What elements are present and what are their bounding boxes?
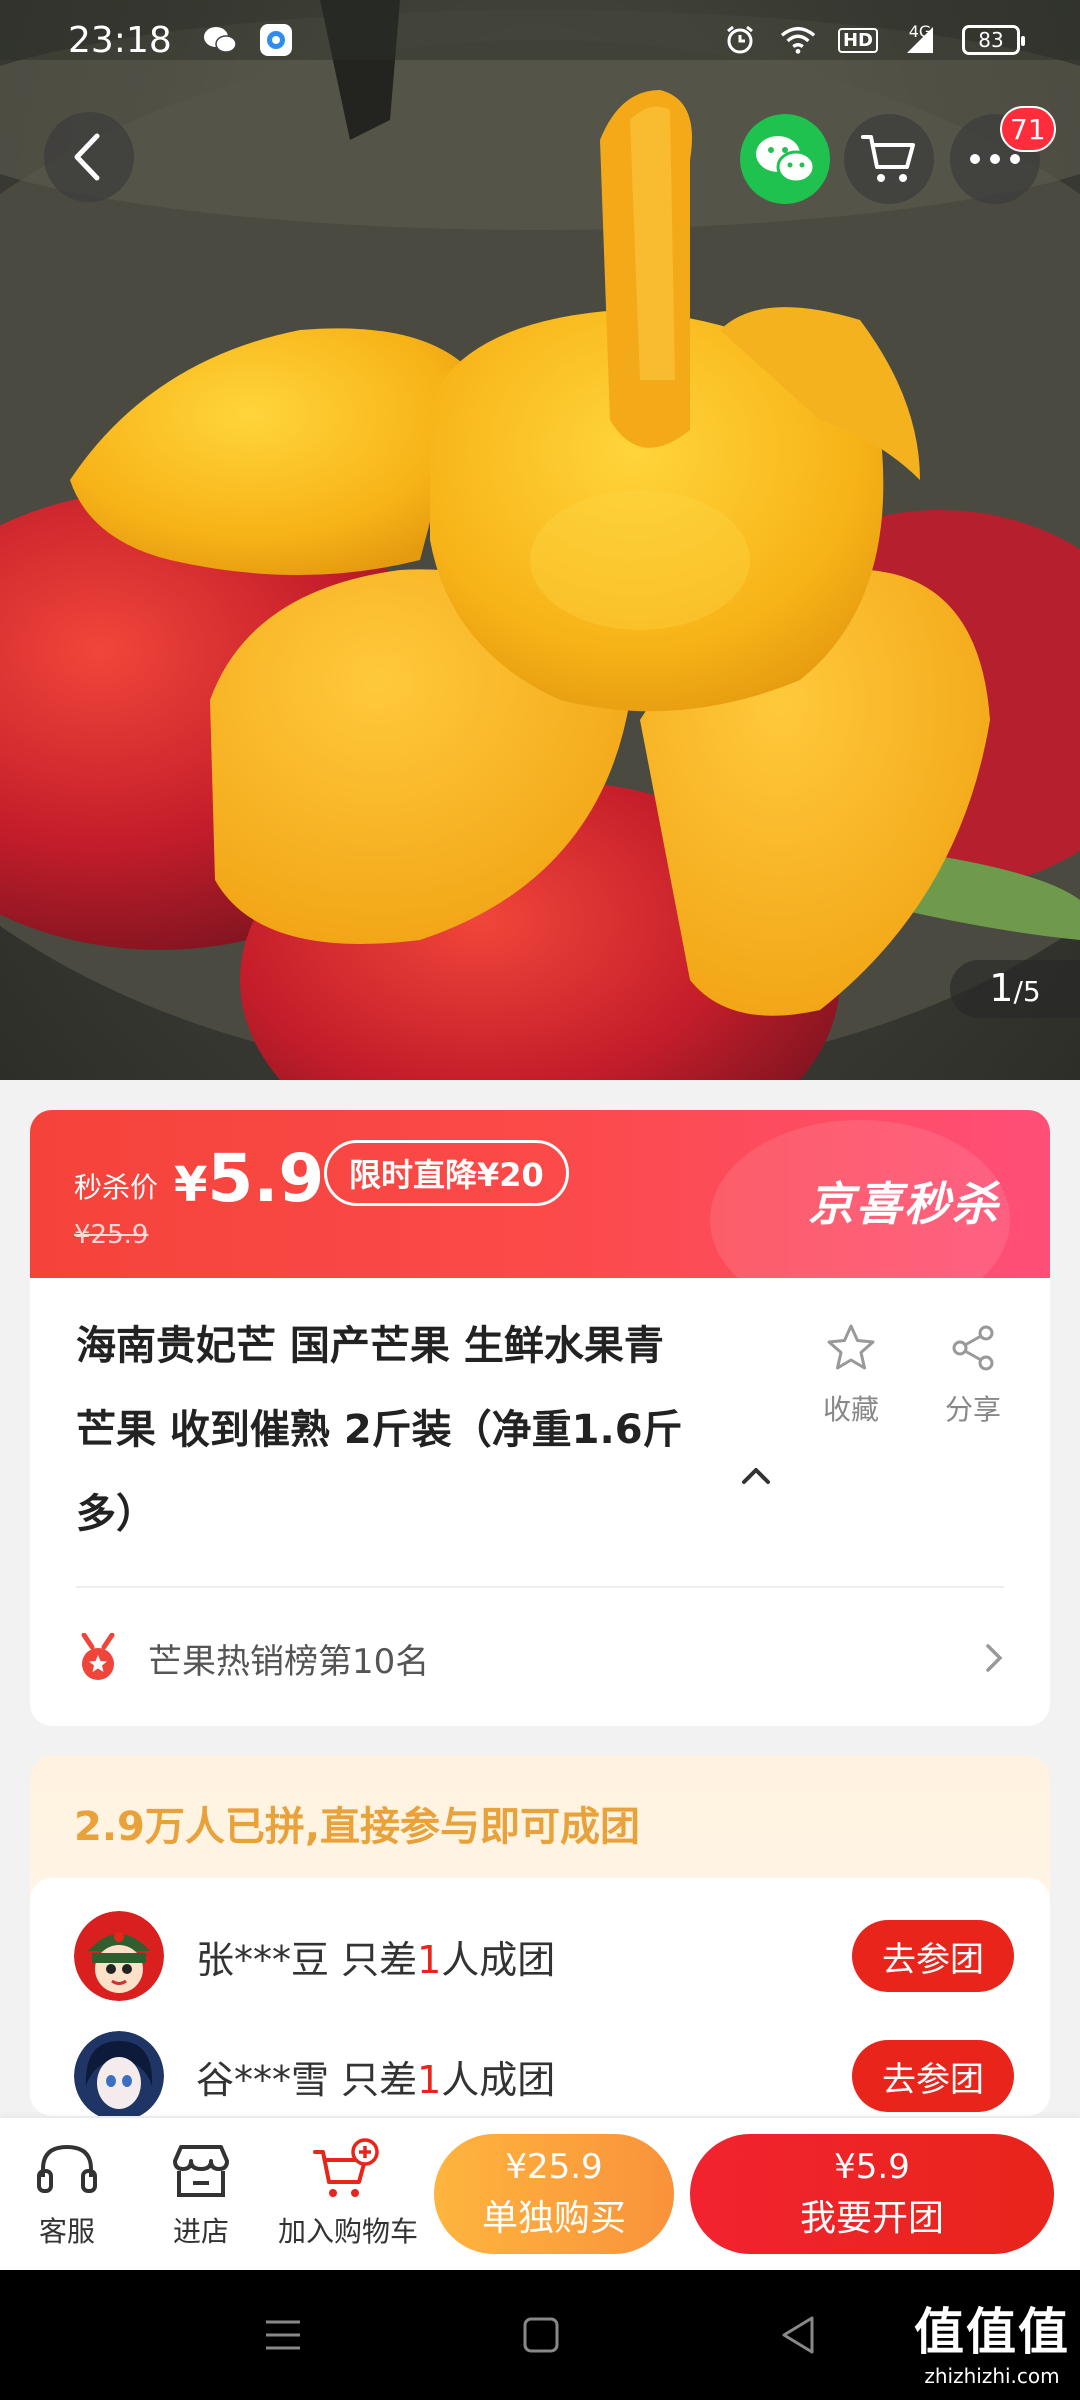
flash-sale-banner: 秒杀价 ¥5.9 ¥25.9 限时直降¥20 京喜秒杀 bbox=[30, 1110, 1050, 1278]
share-button[interactable]: 分享 bbox=[928, 1318, 1018, 1428]
group-need-count: 1 bbox=[417, 2057, 442, 2102]
watermark: 值值值 zhizhizhi.com bbox=[914, 2292, 1070, 2388]
wifi-icon bbox=[780, 23, 816, 57]
cart-button[interactable] bbox=[844, 114, 934, 204]
buy-alone-label: 单独购买 bbox=[481, 2198, 626, 2239]
store-label: 进店 bbox=[172, 2215, 229, 2248]
network-type: 4G bbox=[908, 21, 932, 41]
add-to-cart-label: 加入购物车 bbox=[277, 2215, 418, 2248]
back-triangle-icon[interactable] bbox=[774, 2310, 824, 2360]
more-dots-icon bbox=[970, 154, 1020, 164]
favorite-label: 收藏 bbox=[822, 1393, 879, 1426]
avatar bbox=[74, 2031, 164, 2116]
product-info-card: 海南贵妃芒 国产芒果 生鲜水果青芒果 收到催熟 2斤装（净重1.6斤多） 收藏 … bbox=[30, 1278, 1050, 1726]
store-button[interactable]: 进店 bbox=[156, 2132, 246, 2250]
group-buy-section: 2.9万人已拼,直接参与即可成团 张***豆 只差1人成团 去参团 谷***雪 … bbox=[30, 1756, 1050, 2116]
home-icon[interactable] bbox=[516, 2310, 566, 2360]
add-cart-icon bbox=[313, 2138, 379, 2197]
join-group-button[interactable]: 去参团 bbox=[852, 2040, 1014, 2112]
divider bbox=[76, 1586, 1004, 1588]
price-drop-tag: 限时直降¥20 bbox=[324, 1140, 569, 1206]
group-row: 谷***雪 只差1人成团 去参团 bbox=[74, 2028, 1014, 2116]
flash-price-label: 秒杀价 bbox=[74, 1171, 159, 1204]
group-user: 张***豆 bbox=[196, 1937, 330, 1982]
start-group-label: 我要开团 bbox=[799, 2198, 944, 2239]
sales-rank-text: 芒果热销榜第10名 bbox=[148, 1641, 430, 1682]
join-group-button[interactable]: 去参团 bbox=[852, 1920, 1014, 1992]
group-need-b: 人成团 bbox=[441, 2057, 556, 2102]
group-buy-header: 2.9万人已拼,直接参与即可成团 bbox=[74, 1804, 641, 1850]
menu-icon[interactable] bbox=[258, 2310, 308, 2360]
flash-price-value: 5.9 bbox=[207, 1140, 325, 1217]
wechat-share-button[interactable] bbox=[740, 114, 830, 204]
wechat-notification-icon bbox=[202, 23, 238, 57]
customer-service-button[interactable]: 客服 bbox=[24, 2132, 110, 2250]
cart-icon bbox=[861, 135, 915, 182]
browser-notification-icon bbox=[258, 23, 294, 57]
flash-price: ¥5.9 bbox=[174, 1140, 324, 1217]
group-row: 张***豆 只差1人成团 去参团 bbox=[74, 1908, 1014, 2004]
add-to-cart-button[interactable]: 加入购物车 bbox=[270, 2132, 426, 2250]
battery-level: 83 bbox=[978, 28, 1004, 52]
group-need-count: 1 bbox=[417, 1937, 442, 1982]
medal-icon bbox=[81, 1633, 115, 1680]
wechat-icon bbox=[756, 136, 816, 184]
share-icon bbox=[952, 1325, 994, 1371]
share-label: 分享 bbox=[944, 1393, 1001, 1426]
customer-service-label: 客服 bbox=[38, 2215, 95, 2248]
group-need-a: 只差 bbox=[329, 1937, 418, 1982]
group-need-b: 人成团 bbox=[441, 1937, 556, 1982]
group-user: 谷***雪 bbox=[196, 2057, 330, 2102]
clock: 23:18 bbox=[68, 19, 172, 61]
avatar bbox=[74, 1911, 164, 2001]
store-icon bbox=[173, 2145, 229, 2197]
buy-alone-price: ¥25.9 bbox=[505, 2147, 603, 2187]
alarm-icon bbox=[722, 23, 758, 57]
watermark-url: zhizhizhi.com bbox=[924, 2364, 1060, 2388]
buy-alone-button[interactable]: ¥25.9 单独购买 bbox=[434, 2134, 674, 2254]
image-total: /5 bbox=[1013, 975, 1041, 1008]
group-row-text: 张***豆 只差1人成团 bbox=[196, 1929, 555, 1984]
star-icon bbox=[827, 1324, 875, 1370]
start-group-button[interactable]: ¥5.9 我要开团 bbox=[690, 2134, 1054, 2254]
chevron-left-icon bbox=[74, 133, 100, 181]
headset-icon bbox=[37, 2144, 97, 2193]
battery-indicator: 83 bbox=[962, 25, 1025, 55]
back-button[interactable] bbox=[44, 112, 134, 202]
status-bar: 23:18 HD 4G 83 bbox=[0, 0, 1080, 80]
group-list: 张***豆 只差1人成团 去参团 谷***雪 只差1人成团 去参团 bbox=[30, 1878, 1050, 2116]
product-title: 海南贵妃芒 国产芒果 生鲜水果青芒果 收到催熟 2斤装（净重1.6斤多） bbox=[76, 1323, 683, 1537]
start-group-price: ¥5.9 bbox=[834, 2147, 910, 2187]
image-index: 1 bbox=[989, 966, 1014, 1010]
signal-icon: 4G bbox=[900, 21, 940, 57]
bottom-action-bar: 客服 进店 加入购物车 ¥25.9 单独购买 ¥5.9 我要开团 bbox=[0, 2118, 1080, 2270]
hd-indicator: HD bbox=[837, 27, 878, 53]
jingxi-flash-sale-logo: 京喜秒杀 bbox=[808, 1177, 1000, 1231]
chevron-up-icon[interactable] bbox=[736, 1456, 776, 1496]
image-counter: 1 /5 bbox=[950, 960, 1080, 1018]
watermark-logo: 值值值 bbox=[914, 2303, 1070, 2361]
currency-symbol: ¥ bbox=[174, 1157, 208, 1213]
message-count-badge: 71 bbox=[1000, 106, 1056, 152]
group-need-a: 只差 bbox=[329, 2057, 418, 2102]
sales-rank-row[interactable]: 芒果热销榜第10名 bbox=[76, 1628, 1006, 1688]
original-price: ¥25.9 bbox=[74, 1220, 149, 1250]
group-row-text: 谷***雪 只差1人成团 bbox=[196, 2049, 555, 2104]
chevron-right-icon bbox=[986, 1644, 1003, 1672]
favorite-button[interactable]: 收藏 bbox=[806, 1318, 896, 1428]
